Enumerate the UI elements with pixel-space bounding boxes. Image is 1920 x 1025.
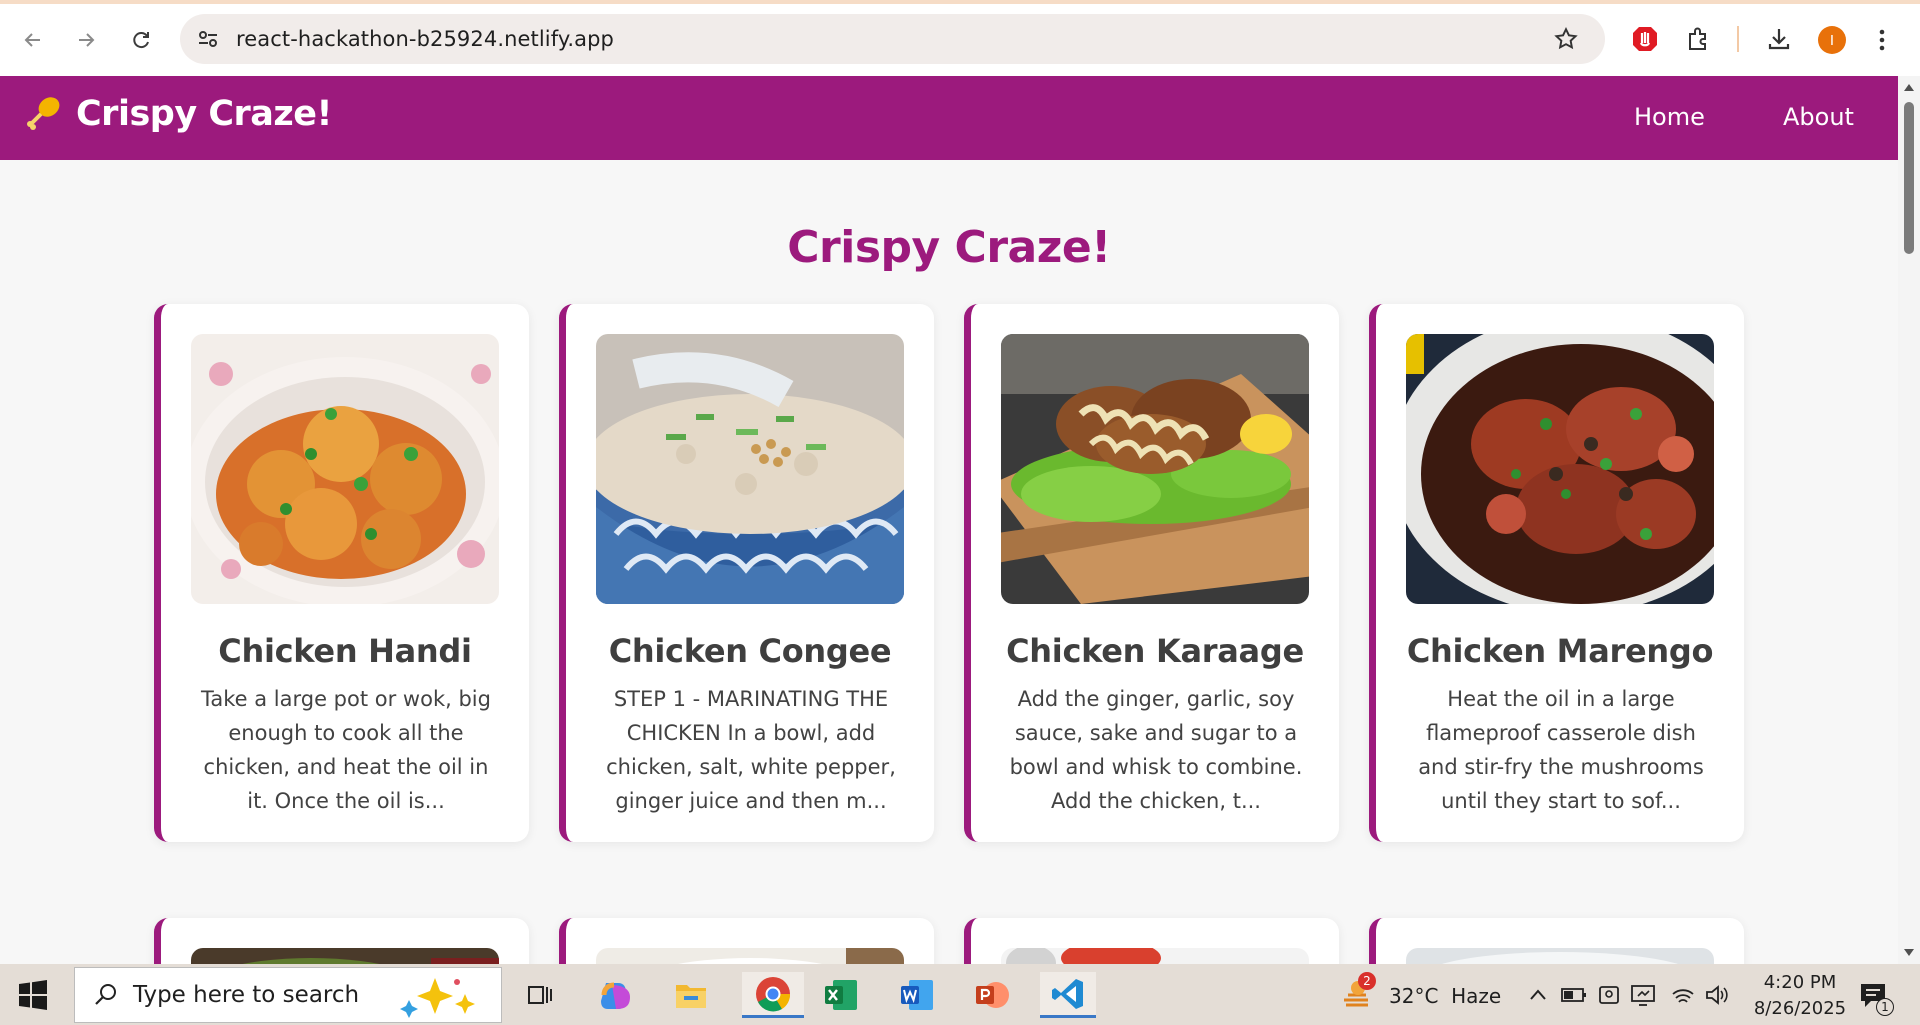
folder-icon — [676, 985, 706, 1008]
page-scrollbar[interactable] — [1898, 76, 1920, 964]
wifi-icon[interactable] — [1670, 984, 1696, 1011]
powerpoint-icon — [976, 982, 1009, 1008]
recipe-image — [1406, 334, 1714, 604]
drumstick-icon — [27, 97, 60, 130]
scrollbar-thumb[interactable] — [1904, 102, 1914, 254]
menu-icon[interactable] — [1876, 26, 1888, 54]
forward-button[interactable] — [68, 22, 104, 58]
meet-now-icon[interactable] — [1598, 983, 1620, 1012]
volume-icon[interactable] — [1704, 984, 1730, 1011]
page-title: Crispy Craze! — [787, 222, 1111, 273]
excel-icon — [825, 980, 857, 1010]
weather-badge: 2 — [1358, 972, 1376, 990]
recipe-card[interactable] — [154, 918, 529, 964]
taskbar-word[interactable] — [893, 972, 941, 1018]
recipe-card[interactable]: Chicken Handi Take a large pot or wok, b… — [154, 304, 529, 842]
back-icon — [24, 33, 40, 47]
windows-start-icon[interactable] — [18, 980, 48, 1010]
copilot-icon — [601, 982, 630, 1009]
site-info-icon[interactable] — [196, 27, 220, 51]
browser-toolbar: react-hackathon-b25924.netlify.app I — [0, 4, 1920, 76]
recipe-image — [596, 334, 904, 604]
taskbar: Type here to search 2 32°C Haze 4:20 PM … — [0, 964, 1920, 1025]
recipe-image — [191, 948, 499, 964]
recipe-description: STEP 1 - MARINATING THE CHICKEN In a bow… — [606, 687, 896, 813]
recipe-card[interactable]: Chicken Congee STEP 1 - MARINATING THE C… — [559, 304, 934, 842]
scroll-up-icon[interactable] — [1904, 84, 1914, 91]
recipe-card[interactable] — [1369, 918, 1744, 964]
clock-date[interactable]: 8/26/2025 — [1745, 998, 1855, 1019]
adblock-icon[interactable] — [1630, 24, 1660, 54]
task-view-button[interactable] — [516, 972, 564, 1018]
taskbar-vscode[interactable] — [1040, 972, 1096, 1018]
recipe-image — [596, 948, 904, 964]
nav-about-link[interactable]: About — [1783, 103, 1854, 131]
recipe-card[interactable]: Chicken Marengo Heat the oil in a large … — [1369, 304, 1744, 842]
copilot-sparkle-icon — [400, 978, 475, 1018]
recipe-title: Chicken Congee — [608, 632, 892, 670]
recipe-image — [191, 334, 499, 604]
brand-name: Crispy Craze! — [76, 94, 332, 134]
toolbar-divider — [1737, 26, 1739, 52]
site-navbar: Crispy Craze! Home About — [0, 76, 1898, 160]
recipe-description: Add the ginger, garlic, soy sauce, sake … — [1009, 687, 1303, 813]
recipe-title: Chicken Handi — [218, 632, 472, 670]
display-icon[interactable] — [1630, 983, 1656, 1012]
recipe-image — [1001, 334, 1309, 604]
reload-button[interactable] — [123, 22, 159, 58]
recipe-card[interactable] — [964, 918, 1339, 964]
recipe-image — [1001, 948, 1309, 964]
recipe-title: Chicken Karaage — [1006, 632, 1304, 670]
reload-icon — [133, 32, 149, 49]
url-text[interactable]: react-hackathon-b25924.netlify.app — [236, 27, 614, 51]
task-view-icon — [528, 986, 552, 1004]
page-viewport: Crispy Craze! Home About Crispy Craze! C… — [0, 76, 1898, 964]
recipe-image — [1406, 948, 1714, 964]
weather-text[interactable]: 32°C Haze — [1389, 984, 1501, 1008]
battery-icon[interactable] — [1561, 986, 1587, 1009]
forward-icon — [79, 33, 95, 47]
taskbar-excel[interactable] — [817, 972, 865, 1018]
scroll-down-icon[interactable] — [1904, 949, 1914, 956]
chrome-icon — [756, 976, 791, 1011]
taskbar-search-box[interactable]: Type here to search — [74, 967, 502, 1023]
profile-avatar[interactable]: I — [1818, 26, 1846, 54]
bookmark-star-icon[interactable] — [1553, 26, 1579, 52]
search-placeholder: Type here to search — [133, 982, 360, 1008]
taskbar-file-explorer[interactable] — [667, 972, 715, 1018]
taskbar-copilot[interactable] — [592, 972, 640, 1018]
notification-count: 1 — [1876, 998, 1894, 1016]
address-bar[interactable]: react-hackathon-b25924.netlify.app — [180, 14, 1605, 64]
recipe-description: Take a large pot or wok, big enough to c… — [201, 687, 491, 813]
recipe-card[interactable]: Chicken Karaage Add the ginger, garlic, … — [964, 304, 1339, 842]
taskbar-powerpoint[interactable] — [968, 972, 1016, 1018]
chevron-up-icon[interactable] — [1528, 986, 1548, 1009]
nav-home-link[interactable]: Home — [1634, 103, 1705, 131]
search-icon — [95, 984, 116, 1005]
brand-link[interactable]: Crispy Craze! — [24, 94, 332, 134]
clock-time[interactable]: 4:20 PM — [1755, 972, 1845, 993]
extensions-icon[interactable] — [1685, 25, 1713, 53]
taskbar-chrome[interactable] — [742, 972, 804, 1018]
recipe-title: Chicken Marengo — [1406, 632, 1714, 670]
recipe-description: Heat the oil in a large flameproof casse… — [1418, 687, 1704, 813]
vscode-icon — [1052, 978, 1083, 1009]
downloads-icon[interactable] — [1765, 25, 1793, 53]
word-icon — [901, 980, 933, 1010]
back-button[interactable] — [15, 22, 51, 58]
recipe-card[interactable] — [559, 918, 934, 964]
